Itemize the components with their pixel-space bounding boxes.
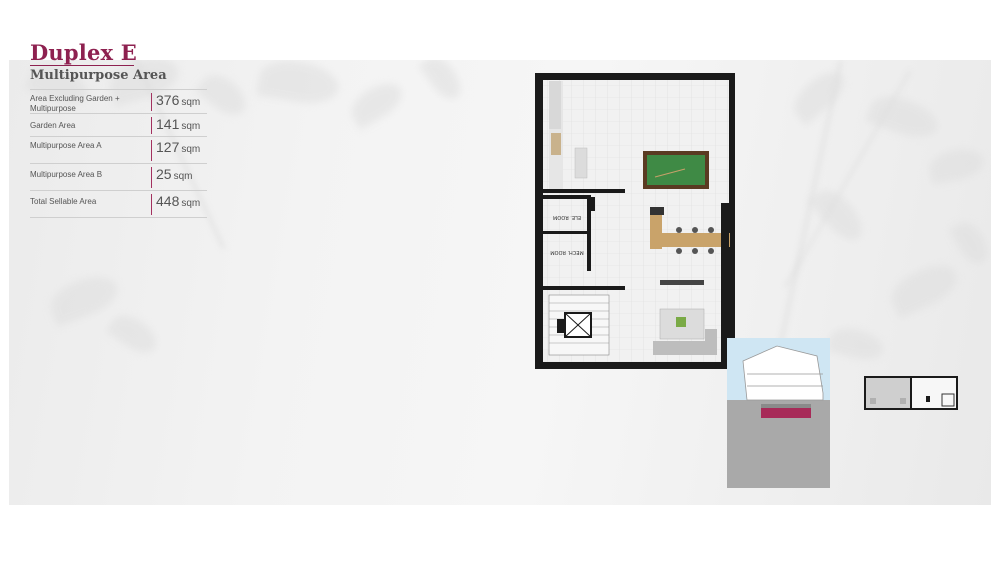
- lounge-sofa-return: [705, 329, 717, 355]
- area-value: 127: [156, 139, 180, 155]
- bar-stool: [676, 248, 682, 254]
- area-value: 25: [156, 166, 172, 182]
- area-divider: [151, 93, 152, 111]
- bar-sink: [650, 207, 664, 215]
- interior-wall: [543, 195, 591, 199]
- bar-counter-long: [650, 233, 730, 247]
- area-divider: [151, 140, 152, 161]
- area-unit: sqm: [181, 121, 201, 132]
- area-label: Area Excluding Garden + Multipurpose: [30, 94, 120, 113]
- key-floor-plan: [864, 376, 958, 410]
- bar-stool: [708, 248, 714, 254]
- area-value: 141: [156, 116, 180, 132]
- key-section-highlight: [761, 408, 811, 418]
- key-section-drawing: [727, 338, 830, 488]
- floor-plan: ELE. ROOM MECH. ROOM: [535, 73, 735, 369]
- area-label: Total Sellable Area: [30, 197, 97, 206]
- page-subtitle: Multipurpose Area: [30, 68, 167, 83]
- area-divider: [151, 167, 152, 188]
- area-unit: sqm: [181, 97, 201, 108]
- area-label: Garden Area: [30, 121, 76, 130]
- area-value: 448: [156, 193, 180, 209]
- key-plan-interior: [910, 378, 956, 408]
- area-row: Area Excluding Garden + Multipurpose 376…: [30, 90, 207, 114]
- stair-core-wall: [557, 319, 565, 333]
- lounge-sofa: [653, 341, 713, 355]
- area-label: Multipurpose Area A: [30, 141, 102, 150]
- area-divider: [151, 117, 152, 134]
- interior-wall: [543, 286, 625, 290]
- area-row: Total Sellable Area 448 sqm: [30, 191, 207, 218]
- bar-stool: [692, 248, 698, 254]
- tv-unit: [660, 280, 704, 285]
- title-underline: [30, 65, 134, 66]
- area-unit: sqm: [181, 144, 201, 155]
- plant-table: [676, 317, 686, 327]
- interior-wall: [591, 197, 595, 211]
- bar-stool: [692, 227, 698, 233]
- area-row: Multipurpose Area B 25 sqm: [30, 164, 207, 191]
- room-label-ele: ELE. ROOM: [553, 214, 581, 220]
- room-label-mech: MECH. ROOM: [550, 249, 583, 255]
- area-row: Multipurpose Area A 127 sqm: [30, 137, 207, 164]
- sofa: [549, 81, 561, 129]
- area-label: Multipurpose Area B: [30, 170, 103, 179]
- area-table: Area Excluding Garden + Multipurpose 376…: [30, 89, 207, 218]
- area-row: Garden Area 141 sqm: [30, 114, 207, 137]
- interior-wall: [543, 189, 625, 193]
- page-title: Duplex E: [30, 40, 137, 65]
- wood-cabinet: [551, 133, 561, 155]
- billiard-table-felt: [647, 155, 705, 185]
- area-value: 376: [156, 92, 180, 108]
- bar-stool: [708, 227, 714, 233]
- area-unit: sqm: [173, 171, 193, 182]
- area-divider: [151, 194, 152, 215]
- coffee-table: [574, 147, 588, 179]
- bar-stool: [676, 227, 682, 233]
- interior-wall: [543, 231, 591, 234]
- area-unit: sqm: [181, 198, 201, 209]
